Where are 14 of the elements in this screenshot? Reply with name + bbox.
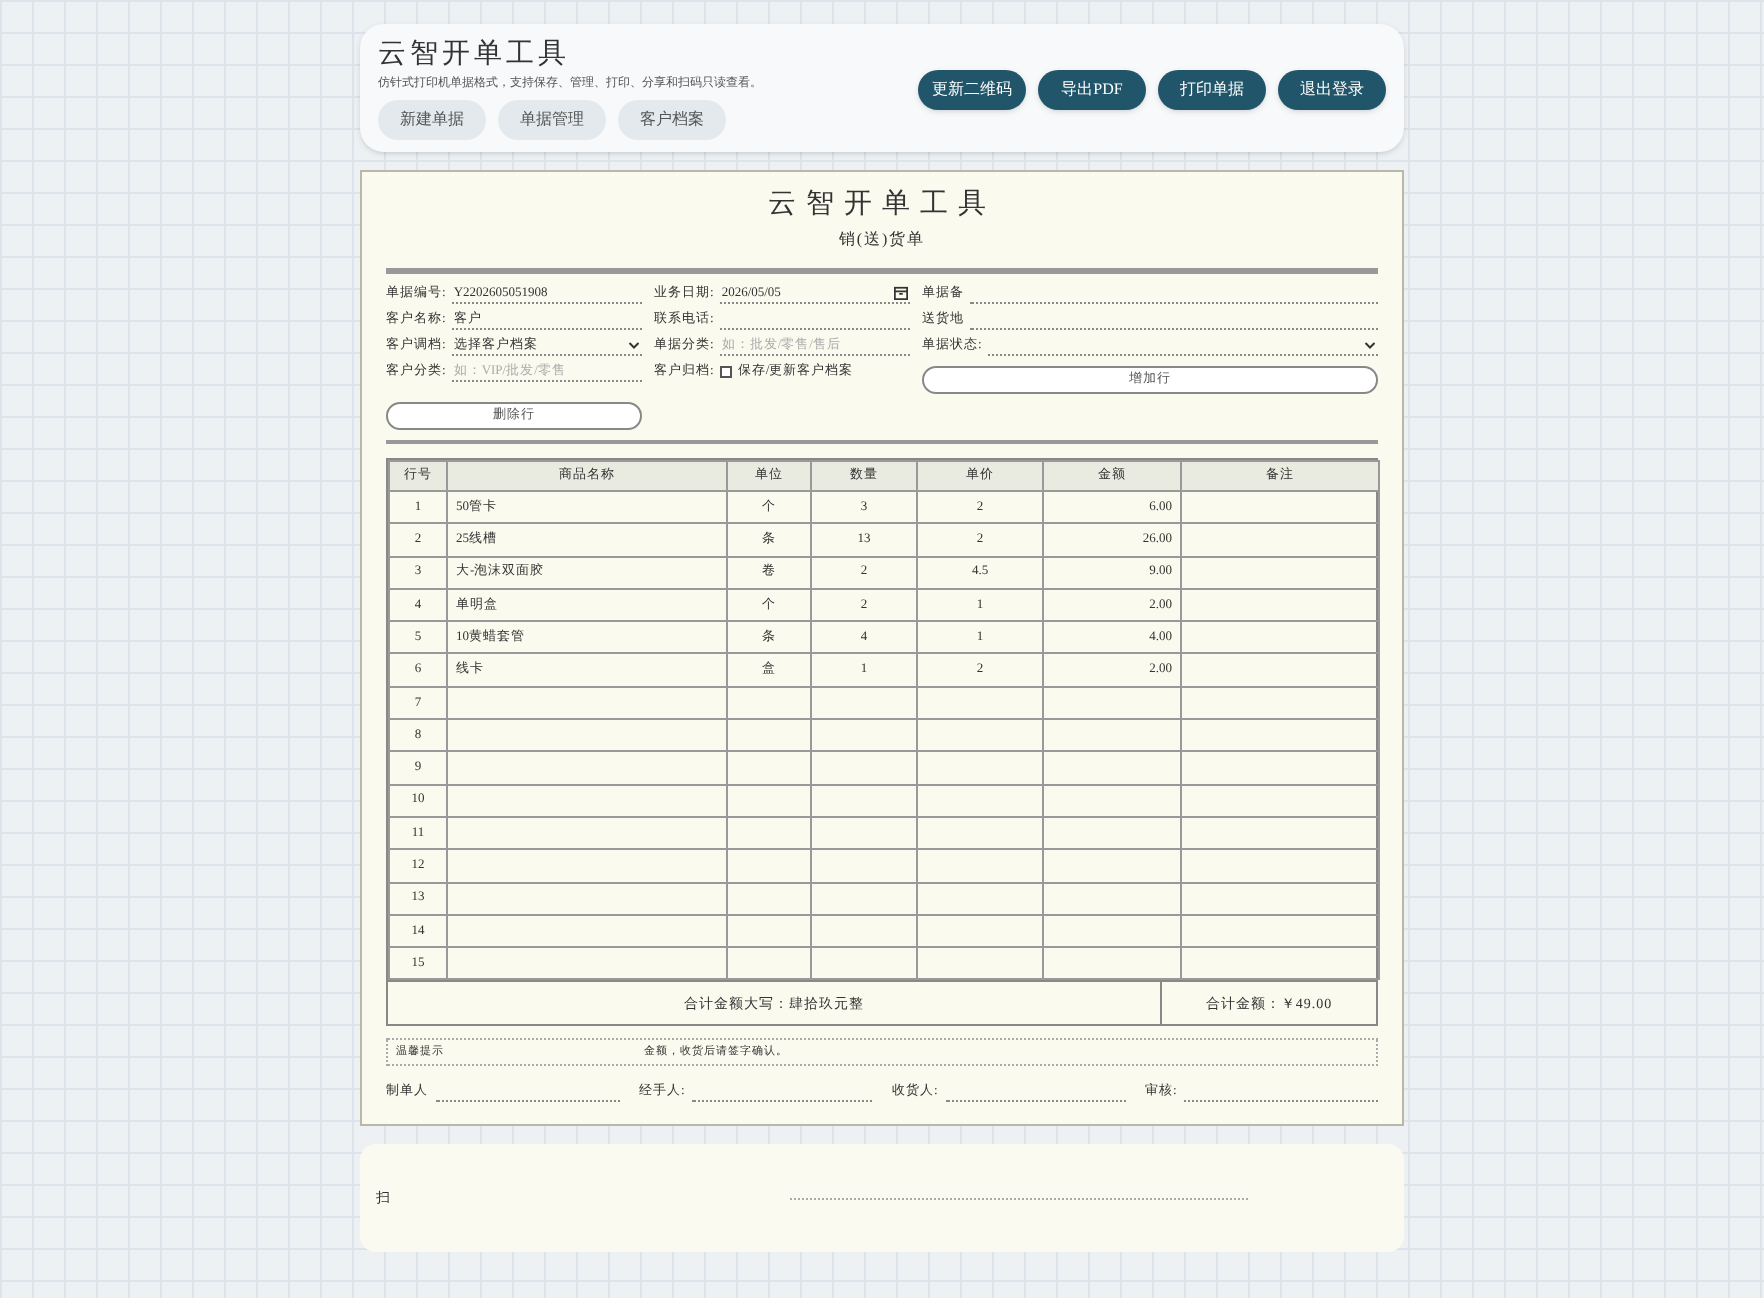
chevron-down-icon [1364,339,1376,351]
action-button[interactable]: 打印单据 [1158,70,1266,110]
chevron-down-icon [628,339,640,351]
nav-button[interactable]: 单据管理 [498,99,606,139]
action-button[interactable]: 更新二维码 [918,70,1026,110]
action-button[interactable]: 退出登录 [1278,70,1386,110]
document-title: 云智开单工具 [766,188,998,224]
nav-button[interactable]: 新建单据 [378,99,486,139]
nav-button[interactable]: 客户档案 [618,99,726,139]
checkbox[interactable] [719,366,732,378]
action-button[interactable]: 导出PDF [1038,70,1146,110]
app-title: 云智开单工具 [378,37,572,73]
document-subtitle: 销(送)货单 [836,228,928,252]
calendar-icon [894,286,908,300]
